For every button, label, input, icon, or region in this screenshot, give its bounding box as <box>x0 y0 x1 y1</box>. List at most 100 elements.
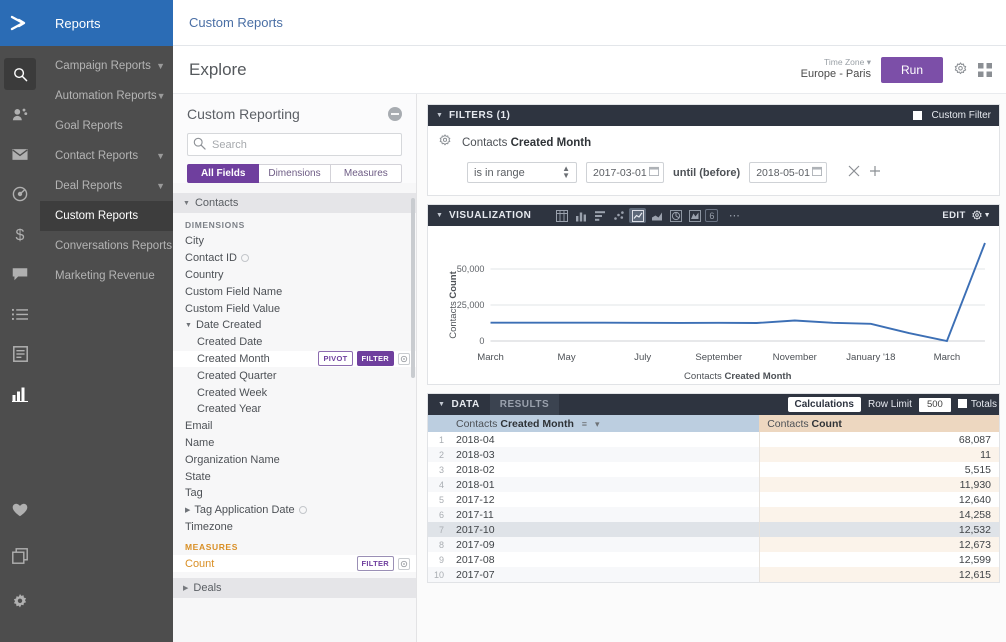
column-header-created-month[interactable]: Contacts Created Month ≡ ▾ <box>448 415 760 432</box>
collapse-minus-icon[interactable] <box>388 107 402 121</box>
pie-chart-icon[interactable] <box>667 208 684 223</box>
contacts-icon[interactable] <box>4 98 36 130</box>
cell-created-month[interactable]: 2017-12 <box>448 492 760 507</box>
field-name[interactable]: Name <box>173 435 416 452</box>
cell-count[interactable]: 12,615 <box>758 567 999 582</box>
data-table-wrapper[interactable]: Contacts Created Month ≡ ▾ Contacts Coun… <box>428 415 999 582</box>
automations-icon[interactable] <box>4 178 36 210</box>
field-count[interactable]: Count FILTER <box>173 555 416 573</box>
field-custom-field-value[interactable]: Custom Field Value <box>173 300 416 317</box>
forms-icon[interactable] <box>4 338 36 370</box>
field-group-contacts[interactable]: ▼ Contacts <box>173 193 416 213</box>
cell-created-month[interactable]: 2017-08 <box>448 552 760 567</box>
filter-date-from[interactable]: 2017-03-01 <box>586 162 664 183</box>
edit-button[interactable]: EDIT <box>942 210 965 221</box>
heart-icon[interactable] <box>4 494 36 526</box>
table-viz-icon[interactable] <box>553 208 570 223</box>
totals-checkbox[interactable] <box>957 399 967 408</box>
cell-count[interactable]: 68,087 <box>758 432 999 447</box>
settings-gear-icon[interactable] <box>4 586 36 618</box>
info-icon[interactable] <box>298 506 307 515</box>
custom-filter-toggle[interactable]: Custom Filter <box>912 110 991 121</box>
conversations-icon[interactable] <box>4 258 36 290</box>
table-row[interactable]: 5 2017-12 12,640 <box>428 492 999 507</box>
calendar-icon[interactable] <box>649 166 659 179</box>
table-row[interactable]: 1 2018-04 68,087 <box>428 432 999 447</box>
bar-chart-icon[interactable] <box>591 208 608 223</box>
reports-bar-icon[interactable] <box>4 378 36 410</box>
field-city[interactable]: City <box>173 233 416 250</box>
search-input[interactable] <box>187 133 402 156</box>
field-group-deals[interactable]: ▶ Deals <box>173 578 416 599</box>
field-organization-name[interactable]: Organization Name <box>173 451 416 468</box>
sidebar-item-deal-reports[interactable]: Deal Reports ▼ <box>40 171 173 201</box>
cell-count[interactable]: 12,640 <box>758 492 999 507</box>
row-limit-input[interactable] <box>918 397 951 412</box>
field-panel-scrollbar[interactable] <box>411 198 415 378</box>
field-contact-id[interactable]: Contact ID <box>173 250 416 267</box>
gear-caret-icon[interactable]: ▼ <box>971 209 991 222</box>
cell-count[interactable]: 5,515 <box>758 462 999 477</box>
line-chart-icon[interactable] <box>629 208 647 223</box>
field-email[interactable]: Email <box>173 418 416 435</box>
field-created-week[interactable]: Created Week <box>173 384 416 401</box>
cell-count[interactable]: 12,599 <box>758 552 999 567</box>
tab-results[interactable]: RESULTS <box>489 394 560 415</box>
more-options-icon[interactable]: ⋯ <box>726 208 743 223</box>
grid-icon[interactable] <box>978 62 992 77</box>
cell-count[interactable]: 12,673 <box>758 537 999 552</box>
field-custom-field-name[interactable]: Custom Field Name <box>173 283 416 300</box>
sort-descending-icon[interactable]: ≡ <box>582 419 587 429</box>
field-gear-icon[interactable] <box>398 352 410 365</box>
field-created-date[interactable]: Created Date <box>173 334 416 351</box>
field-tag-application-date[interactable]: ▶ Tag Application Date <box>173 502 416 519</box>
table-row[interactable]: 8 2017-09 12,673 <box>428 537 999 552</box>
cell-count[interactable]: 11,930 <box>758 477 999 492</box>
sidebar-item-conversations-reports[interactable]: Conversations Reports <box>40 231 173 261</box>
info-icon[interactable] <box>240 254 249 263</box>
field-date-created[interactable]: ▼ Date Created <box>173 317 416 334</box>
field-country[interactable]: Country <box>173 267 416 284</box>
field-created-quarter[interactable]: Created Quarter <box>173 367 416 384</box>
cell-count[interactable]: 12,532 <box>758 522 999 537</box>
table-row[interactable]: 2 2018-03 11 <box>428 447 999 462</box>
close-x-icon[interactable] <box>848 165 860 180</box>
filters-header[interactable]: ▼ FILTERS (1) Custom Filter <box>428 105 999 126</box>
sidebar-item-contact-reports[interactable]: Contact Reports ▼ <box>40 141 173 171</box>
field-gear-icon[interactable] <box>398 557 410 570</box>
totals-toggle[interactable]: Totals <box>957 399 997 410</box>
table-row[interactable]: 6 2017-11 14,258 <box>428 507 999 522</box>
field-created-month[interactable]: Created Month PIVOT FILTER <box>173 350 416 368</box>
tab-dimensions[interactable]: Dimensions <box>259 164 331 183</box>
area-chart-icon[interactable] <box>648 208 665 223</box>
tab-all-fields[interactable]: All Fields <box>187 164 260 183</box>
plus-icon[interactable] <box>869 165 881 180</box>
calculations-button[interactable]: Calculations <box>787 397 861 412</box>
cell-created-month[interactable]: 2018-02 <box>448 462 760 477</box>
filter-tag[interactable]: FILTER <box>356 351 394 367</box>
scatter-chart-icon[interactable] <box>610 208 627 223</box>
filter-date-to[interactable]: 2018-05-01 <box>749 162 828 183</box>
column-chart-icon[interactable] <box>572 208 589 223</box>
table-row[interactable]: 7 2017-10 12,532 <box>428 522 999 537</box>
sidebar-item-campaign-reports[interactable]: Campaign Reports ▼ <box>40 51 173 81</box>
table-row[interactable]: 4 2018-01 11,930 <box>428 477 999 492</box>
gear-icon[interactable] <box>953 62 968 77</box>
lists-icon[interactable] <box>4 298 36 330</box>
cell-created-month[interactable]: 2018-01 <box>448 477 760 492</box>
run-button[interactable]: Run <box>880 56 943 83</box>
chevron-down-icon[interactable]: ▾ <box>595 419 600 429</box>
filter-tag[interactable]: FILTER <box>356 556 394 572</box>
cell-created-month[interactable]: 2018-03 <box>448 447 760 462</box>
calendar-icon[interactable] <box>812 166 823 179</box>
field-list-scroll[interactable]: ▼ Contacts DIMENSIONS City Contact ID Co… <box>173 193 416 642</box>
column-header-count[interactable]: Contacts Count <box>759 415 999 432</box>
sidebar-item-goal-reports[interactable]: Goal Reports <box>40 111 173 141</box>
triangle-down-icon[interactable]: ▼ <box>436 212 443 219</box>
filter-gear-icon[interactable] <box>438 134 452 151</box>
cell-created-month[interactable]: 2017-11 <box>448 507 760 522</box>
pivot-tag[interactable]: PIVOT <box>318 351 353 367</box>
email-icon[interactable] <box>4 138 36 170</box>
table-row[interactable]: 9 2017-08 12,599 <box>428 552 999 567</box>
table-row[interactable]: 10 2017-07 12,615 <box>428 567 999 582</box>
